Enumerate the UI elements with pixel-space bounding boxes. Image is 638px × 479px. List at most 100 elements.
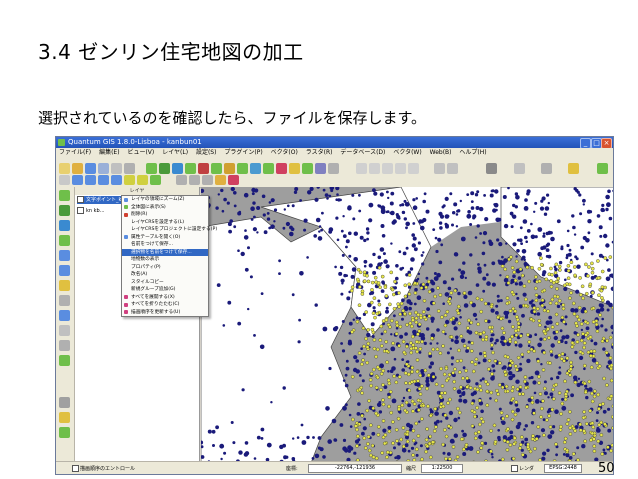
menu-item[interactable]: ラスタ(R) [303, 148, 336, 158]
zoom-full-icon[interactable] [98, 175, 109, 185]
layer-visibility-checkbox[interactable] [77, 207, 84, 214]
identify-icon[interactable] [514, 163, 525, 174]
window-titlebar[interactable]: Quantum GIS 1.8.0-Lisboa - kanbun01 _ □ … [56, 137, 613, 149]
layer-item[interactable]: kn kb... [77, 207, 105, 215]
menu-item[interactable]: 設定(S) [193, 148, 220, 158]
ctx-open-attribute-table[interactable]: 属性テーブルを開く(O) [122, 234, 208, 242]
add-oracle-icon[interactable] [276, 163, 287, 174]
menu-item[interactable]: ファイル(F) [56, 148, 94, 158]
ctx-set-layer-crs[interactable]: レイヤCRSを設定する(L) [122, 219, 208, 227]
menu-item[interactable]: ビュー(V) [124, 148, 157, 158]
capture-point-icon[interactable] [369, 163, 380, 174]
cut-features-icon[interactable] [408, 163, 419, 174]
node-tool-icon[interactable] [382, 163, 393, 174]
add-text-side-icon[interactable] [59, 295, 70, 306]
pan-map-icon[interactable] [59, 175, 70, 185]
add-raster-layer-icon[interactable] [159, 163, 170, 174]
add-wcs-icon[interactable] [250, 163, 261, 174]
menu-item[interactable]: データベース(D) [337, 148, 388, 158]
ctx-collapse-all[interactable]: すべてを折りたたむ(C) [122, 301, 208, 309]
menu-item[interactable]: Web(B) [427, 148, 455, 158]
layer-visibility-checkbox[interactable] [77, 196, 84, 203]
menu-item[interactable]: ヘルプ(H) [456, 148, 489, 158]
ctx-save-selection-as[interactable]: 選択物を名前をつけて保存... [122, 248, 208, 256]
add-postgis-side-icon[interactable] [59, 220, 70, 231]
map-tips-icon[interactable] [176, 175, 187, 185]
save-project-icon[interactable] [85, 163, 96, 174]
bookmark-icon[interactable] [189, 175, 200, 185]
selected-point-feature [413, 281, 417, 286]
settings-icon[interactable] [328, 163, 339, 174]
python-side-icon[interactable] [59, 427, 70, 438]
r-tool-icon[interactable] [486, 163, 497, 174]
plugin-icon[interactable] [597, 163, 608, 174]
zoom-in-icon[interactable] [72, 175, 83, 185]
scale-combobox[interactable]: 1:22500 [421, 464, 463, 473]
ctx-zoom-to-layer[interactable]: レイヤの領域にズーム(Z) [122, 196, 208, 204]
zoom-layer-icon[interactable] [111, 175, 122, 185]
map-canvas[interactable] [201, 187, 613, 463]
add-wfs-icon[interactable] [211, 163, 222, 174]
save-as-icon[interactable] [98, 163, 109, 174]
menu-item[interactable]: ベクタ(O) [268, 148, 301, 158]
ctx-copy-style[interactable]: スタイルコピー [122, 279, 208, 287]
folder-side-icon[interactable] [59, 412, 70, 423]
new-project-icon[interactable] [59, 163, 70, 174]
add-vector-layer-icon[interactable] [146, 163, 157, 174]
composer-icon[interactable] [124, 163, 135, 174]
undo-icon[interactable] [434, 163, 445, 174]
menu-item[interactable]: ベクタ(W) [390, 148, 424, 158]
add-postgis-icon[interactable] [172, 163, 183, 174]
add-spatialite-side-icon[interactable] [59, 235, 70, 246]
delete-selected-icon[interactable] [395, 163, 406, 174]
measure-icon[interactable] [541, 163, 552, 174]
toggle-editing-icon[interactable] [356, 163, 367, 174]
move-label-icon[interactable] [228, 175, 239, 185]
add-wms-side-icon[interactable] [59, 250, 70, 261]
add-gpx-icon[interactable] [302, 163, 313, 174]
ctx-rename[interactable]: 改名(A) [122, 271, 208, 279]
oracle-side-icon[interactable] [59, 340, 70, 351]
menu-item[interactable]: プラグイン(P) [221, 148, 265, 158]
ctx-save-as[interactable]: 名前をつけて保存... [122, 241, 208, 249]
ctx-properties[interactable]: プロパティ(P) [122, 264, 208, 272]
gear-side-icon[interactable] [59, 397, 70, 408]
menu-item[interactable]: 編集(E) [96, 148, 122, 158]
add-raster-side-icon[interactable] [59, 205, 70, 216]
refresh-icon[interactable] [150, 175, 161, 185]
render-checkbox[interactable] [511, 465, 518, 472]
label-tool-icon[interactable] [215, 175, 226, 185]
add-wfs-side-icon[interactable] [59, 280, 70, 291]
deselect-icon[interactable] [137, 175, 148, 185]
add-wcs-side-icon[interactable] [59, 265, 70, 276]
print-icon[interactable] [111, 163, 122, 174]
zoom-out-icon[interactable] [85, 175, 96, 185]
new-layer-side-icon[interactable] [59, 310, 70, 321]
annotation-icon[interactable] [568, 163, 579, 174]
add-mssql-icon[interactable] [289, 163, 300, 174]
ctx-show-feature-count[interactable]: 地物数の表示 [122, 256, 208, 264]
mssql-side-icon[interactable] [59, 355, 70, 366]
new-shapefile-icon[interactable] [224, 163, 235, 174]
add-spatialite-icon[interactable] [185, 163, 196, 174]
select-feature-icon[interactable] [124, 175, 135, 185]
point-feature [455, 335, 459, 340]
ctx-remove[interactable]: 削除(R) [122, 211, 208, 219]
new-spatialite-icon[interactable] [237, 163, 248, 174]
ctx-expand-all[interactable]: すべてを展開する(X) [122, 294, 208, 302]
add-wms-icon[interactable] [198, 163, 209, 174]
redo-icon[interactable] [447, 163, 458, 174]
add-vector-side-icon[interactable] [59, 190, 70, 201]
add-delimited-text-icon[interactable] [263, 163, 274, 174]
drawing-order-checkbox[interactable] [72, 465, 79, 472]
ctx-add-group[interactable]: 新規グループ追加(G) [122, 286, 208, 294]
ctx-set-project-crs[interactable]: レイヤCRSをプロジェクトに設定する(P) [122, 226, 217, 234]
remove-layer-icon[interactable] [315, 163, 326, 174]
crs-button[interactable]: EPSG:2448 [544, 464, 582, 473]
gps-side-icon[interactable] [59, 325, 70, 336]
open-project-icon[interactable] [72, 163, 83, 174]
ctx-show-in-overview[interactable]: 全体図に表示(S) [122, 204, 208, 212]
show-bookmarks-icon[interactable] [202, 175, 213, 185]
ctx-update-drawing-order[interactable]: 描画順序を更新する(U) [122, 309, 208, 317]
menu-item[interactable]: レイヤ(L) [159, 148, 191, 158]
